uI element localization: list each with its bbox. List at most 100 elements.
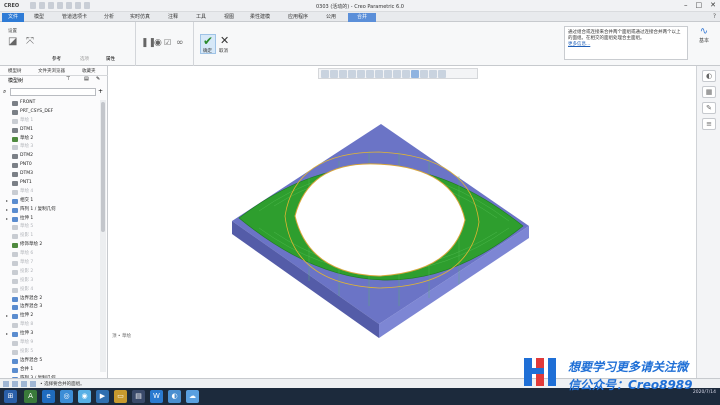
settings-icon[interactable]: ▤ [84,76,89,82]
tree-row[interactable]: 边界混合 5 [0,357,100,366]
tree-row[interactable]: 草绘 7 [0,259,100,268]
surface-icon[interactable]: ◪ [8,36,17,47]
status-icon-3[interactable] [21,381,27,387]
help-icon[interactable]: ? [713,13,716,20]
browser-icon[interactable]: ◐ [168,390,181,403]
tree-row[interactable]: DTM1 [0,126,100,135]
tree-row[interactable]: 草绘 6 [0,250,100,259]
tree-row[interactable]: 草绘 3 [0,143,100,152]
tree-row[interactable]: 草绘 8 [0,321,100,330]
tree-row[interactable]: 边界混合 2 [0,295,100,304]
datum-display-icon[interactable] [402,70,410,78]
tree-row[interactable]: 合并 1 [0,366,100,375]
tab-favorites[interactable]: 收藏夹 [82,68,96,74]
cloud-icon[interactable]: ☁ [186,390,199,403]
cancel-icon[interactable]: ✕ [220,34,229,47]
maximize-icon[interactable]: □ [696,1,703,9]
zoom-in-icon[interactable] [330,70,338,78]
tree-row[interactable]: DTM3 [0,170,100,179]
saved-views-icon[interactable] [375,70,383,78]
edit-icon[interactable]: ✎ [702,102,716,114]
swap-icon[interactable]: ⤧ [26,36,34,47]
status-icon-1[interactable] [3,381,9,387]
point-display-icon[interactable] [429,70,437,78]
tree-row[interactable]: 投影 1 [0,232,100,241]
layers-icon[interactable]: ▦ [702,86,716,98]
feature-type-panel[interactable]: ∿ 基本 [692,26,716,56]
tab-live-sim[interactable]: 实时仿真 [126,13,154,22]
tab-annotate[interactable]: 注释 [164,13,182,22]
perspective-icon[interactable] [357,70,365,78]
search-filter-icon[interactable]: ⌕ [3,88,6,96]
refit-icon[interactable] [321,70,329,78]
tree-row[interactable]: 投影 5 [0,348,100,357]
verify-icon[interactable]: ☑ [164,38,171,47]
tab-tools[interactable]: 工具 [192,13,210,22]
tab-flexible[interactable]: 柔性建模 [246,13,274,22]
folder-icon[interactable]: ▭ [114,390,127,403]
expand-arrow-icon[interactable]: ▸ [6,197,8,206]
expand-arrow-icon[interactable]: ▸ [6,206,8,215]
tree-row[interactable]: PNT1 [0,179,100,188]
chat-icon[interactable]: ◉ [78,390,91,403]
tree-row[interactable]: 草绘 2 [0,135,100,144]
start-icon[interactable]: ⊞ [4,390,17,403]
preview-icon[interactable]: ◉ [154,38,162,48]
glasses-icon[interactable]: ∞ [176,38,184,48]
expand-arrow-icon[interactable]: ▸ [6,215,8,224]
tab-merge[interactable]: 合并 [348,13,376,22]
minimize-icon[interactable]: – [684,1,688,9]
tree-row[interactable]: FRONT [0,99,100,108]
tree-row[interactable]: ▸ 阵列 1 / 复制几何 [0,206,100,215]
tree-row[interactable]: 投影 4 [0,286,100,295]
close-icon[interactable]: ✕ [710,1,716,9]
tab-pipe[interactable]: 管道选项卡 [58,13,91,22]
tree-row[interactable]: 草绘 1 [0,117,100,126]
properties-icon[interactable]: ≡ [702,118,716,130]
expand-arrow-icon[interactable]: ▸ [6,330,8,339]
app-icon-a[interactable]: A [24,390,37,403]
view-manager-icon[interactable] [384,70,392,78]
status-icon-4[interactable] [30,381,36,387]
tree-row[interactable]: 草绘 5 [0,223,100,232]
media-icon[interactable]: ▶ [96,390,109,403]
tab-applications[interactable]: 应用程序 [284,13,312,22]
repaint-icon[interactable] [348,70,356,78]
tree-row[interactable]: 修饰草绘 2 [0,241,100,250]
expand-icon[interactable]: ✎ [96,76,100,82]
tree-row[interactable]: 投影 2 [0,268,100,277]
tree-search-input[interactable] [10,88,96,96]
tree-row[interactable]: 边界混合 3 [0,303,100,312]
expand-arrow-icon[interactable]: ▸ [6,312,8,321]
appearance-icon[interactable]: ◐ [702,70,716,82]
add-icon[interactable]: + [98,88,103,95]
creo-taskbar-icon[interactable]: W [150,390,163,403]
display-style-icon[interactable] [366,70,374,78]
status-icon-2[interactable] [12,381,18,387]
tree-row[interactable]: PNT0 [0,161,100,170]
tree-row[interactable]: PRT_CSYS_DEF [0,108,100,117]
zoom-out-icon[interactable] [339,70,347,78]
tree-row[interactable]: ▸ 拉伸 3 [0,330,100,339]
tab-view[interactable]: 视图 [220,13,238,22]
tree-row[interactable]: 草绘 9 [0,339,100,348]
filter-icon[interactable]: ⊤ [66,76,70,82]
tree-row[interactable]: ▸ 拉伸 2 [0,312,100,321]
tab-common[interactable]: 公用 [322,13,340,22]
tab-model-tree[interactable]: 模型树 [8,68,22,74]
window-icon[interactable]: ▤ [132,390,145,403]
annotation-icon[interactable] [438,70,446,78]
tab-analysis[interactable]: 分析 [100,13,118,22]
tab-folder-browser[interactable]: 文件夹浏览器 [38,68,65,74]
tree-row[interactable]: 投影 3 [0,277,100,286]
tree-row[interactable]: DTM2 [0,152,100,161]
tree-row[interactable]: ▸ 相交 1 [0,197,100,206]
help-more-link[interactable]: 更多信息... [568,42,590,47]
tab-file[interactable]: 文件 [2,13,24,22]
scroll-thumb[interactable] [101,102,105,232]
tree-scrollbar[interactable] [100,100,106,372]
tree-row[interactable]: 草绘 4 [0,188,100,197]
section-icon[interactable] [393,70,401,78]
ie-icon[interactable]: e [42,390,55,403]
subtab-references[interactable]: 参考 [52,56,61,62]
